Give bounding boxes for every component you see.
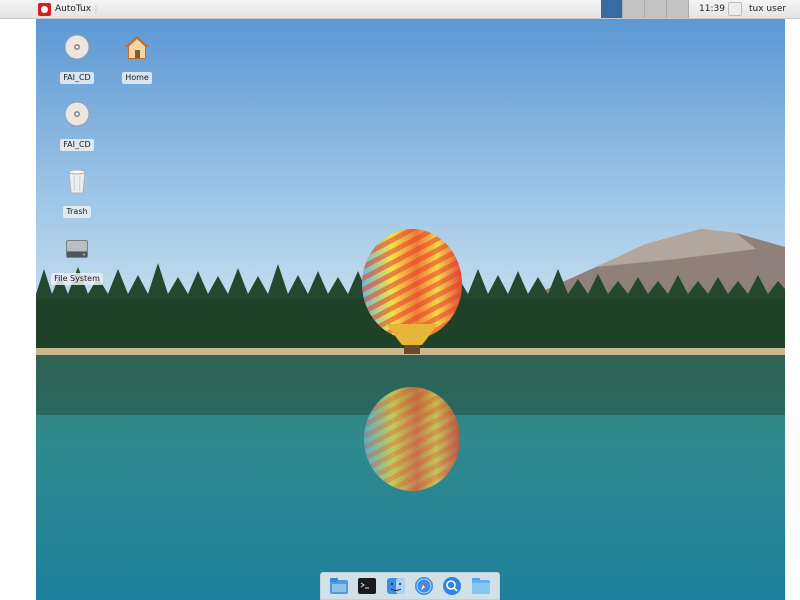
- home-folder-icon: [125, 36, 149, 59]
- dock-file-manager[interactable]: [328, 575, 350, 597]
- user-menu[interactable]: tux user: [749, 0, 786, 18]
- workspace-switcher: [601, 0, 689, 18]
- cd-drive-icon: [64, 34, 90, 60]
- hard-drive-icon: [66, 240, 88, 258]
- panel-separator: ⋮: [92, 5, 100, 14]
- dock: [320, 572, 500, 600]
- workspace-1-button[interactable]: [601, 0, 623, 18]
- applications-menu-button[interactable]: AutoTux: [38, 2, 91, 17]
- desktop-icon-label: FAI_CD: [60, 139, 94, 151]
- desktop-icon-label: Trash: [63, 206, 91, 218]
- distro-logo-icon: [38, 3, 51, 16]
- screen-edge: [785, 19, 800, 600]
- top-panel: AutoTux ⋮ 11:39 tux user: [0, 0, 800, 19]
- trash-icon: [68, 169, 86, 194]
- web-browser-icon: [415, 577, 434, 595]
- desktop-icon-file-system[interactable]: File System: [47, 234, 107, 285]
- workspace-3-button[interactable]: [645, 0, 667, 18]
- desktop-icon-trash[interactable]: Trash: [47, 167, 107, 218]
- dock-web-browser[interactable]: [413, 575, 435, 597]
- terminal-icon: [358, 578, 377, 594]
- dock-folder[interactable]: [470, 575, 492, 597]
- desktop-icon-label: Home: [122, 72, 152, 84]
- wallpaper-image: [36, 19, 785, 600]
- desktop-icon-fai-cd-2[interactable]: FAI_CD: [47, 100, 107, 151]
- search-icon: [443, 577, 462, 595]
- panel-clock[interactable]: 11:39: [699, 0, 725, 18]
- dock-search[interactable]: [441, 575, 463, 597]
- cd-drive-icon: [64, 101, 90, 127]
- folder-icon: [471, 578, 490, 594]
- applications-menu-label: AutoTux: [55, 4, 92, 14]
- dock-finder[interactable]: [385, 575, 407, 597]
- dock-terminal[interactable]: [356, 575, 378, 597]
- workspace-2-button[interactable]: [623, 0, 645, 18]
- desktop-icon-fai-cd-1[interactable]: FAI_CD: [47, 33, 107, 84]
- desktop[interactable]: FAI_CD Home FAI_CD Trash File System: [36, 19, 785, 600]
- panel-action-button[interactable]: [728, 2, 742, 16]
- desktop-icon-label: File System: [51, 273, 103, 285]
- workspace-4-button[interactable]: [667, 0, 689, 18]
- desktop-icon-label: FAI_CD: [60, 72, 94, 84]
- finder-icon: [386, 578, 405, 594]
- file-manager-icon: [330, 578, 349, 594]
- desktop-icon-home[interactable]: Home: [107, 33, 167, 84]
